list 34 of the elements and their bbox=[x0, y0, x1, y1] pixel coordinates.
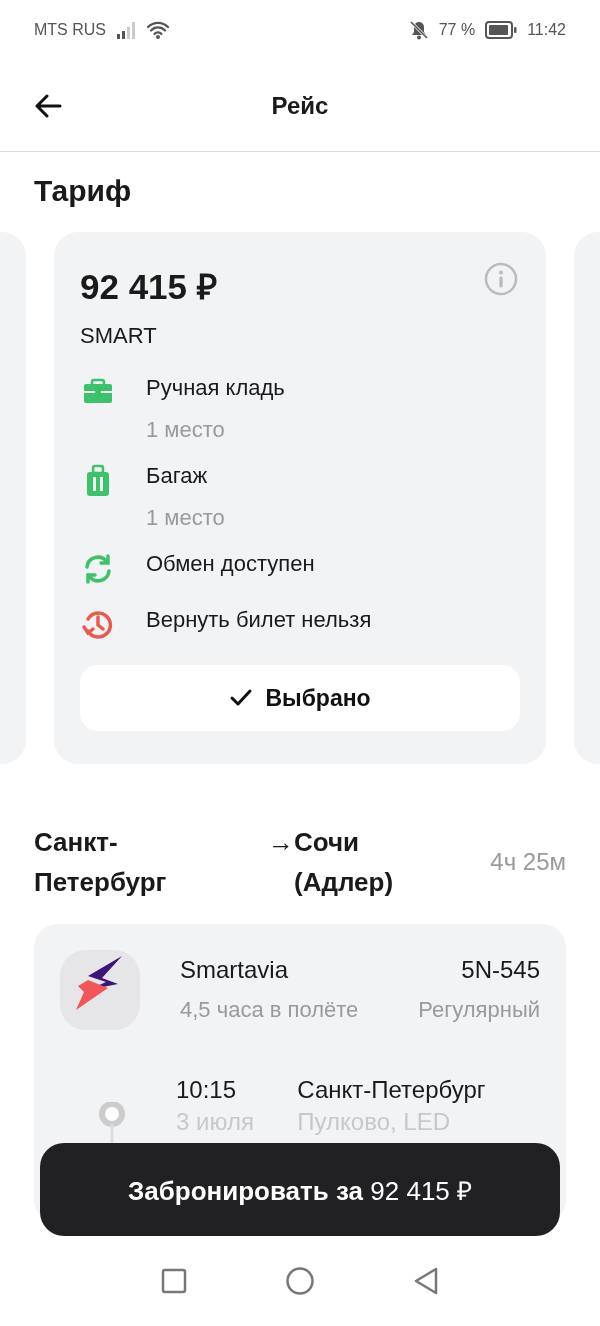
selected-button[interactable]: Выбрано bbox=[80, 665, 520, 731]
route-arrow: → bbox=[268, 826, 294, 859]
tariff-card[interactable]: 92 415 ₽ SMART Ручная кладь 1 место Багаж 1 место Обмен доступен Вернуть билет нельзя Выбрано bbox=[54, 232, 546, 764]
signal-icon bbox=[116, 21, 136, 39]
battery-percent: 77 % bbox=[438, 21, 476, 39]
feature-label: Багаж bbox=[146, 463, 209, 489]
departure-city: Санкт-Петербург bbox=[297, 1076, 487, 1104]
flight-duration: 4ч 25м bbox=[490, 848, 566, 876]
back-nav-button[interactable] bbox=[413, 1266, 439, 1296]
section-title: Тариф bbox=[33, 173, 133, 208]
destination-city: Сочи (Адлер) bbox=[294, 826, 395, 899]
flight-number: 5N-545 bbox=[461, 956, 540, 985]
departure-time: 10:15 bbox=[176, 1076, 238, 1104]
carrier-name: MTS RUS bbox=[34, 21, 106, 39]
wifi-icon bbox=[146, 20, 170, 40]
feature-label: Ручная кладь bbox=[146, 375, 285, 401]
flight-type: Регулярный bbox=[418, 997, 540, 1024]
feature-label: Вернуть билет нельзя bbox=[146, 607, 372, 633]
tariff-name: SMART bbox=[80, 323, 158, 349]
home-button[interactable] bbox=[285, 1266, 315, 1296]
feature-detail: 1 место bbox=[146, 505, 225, 531]
check-icon bbox=[229, 688, 254, 708]
recent-apps-button[interactable] bbox=[161, 1268, 187, 1294]
airline-name: Smartavia bbox=[180, 956, 290, 985]
tariff-price: 92 415 ₽ bbox=[80, 266, 217, 308]
screen-title: Рейс bbox=[271, 91, 329, 120]
battery-icon bbox=[485, 21, 518, 39]
feature-label: Обмен доступен bbox=[146, 551, 315, 577]
origin-city: Санкт-Петербург bbox=[34, 826, 168, 899]
clock-time: 11:42 bbox=[527, 21, 566, 39]
book-button[interactable]: Забронировать за 92 415 ₽ bbox=[40, 1143, 560, 1236]
flight-time: 4,5 часа в полёте bbox=[180, 997, 360, 1024]
bell-off-icon bbox=[408, 20, 429, 40]
feature-detail: 1 место bbox=[146, 417, 226, 443]
